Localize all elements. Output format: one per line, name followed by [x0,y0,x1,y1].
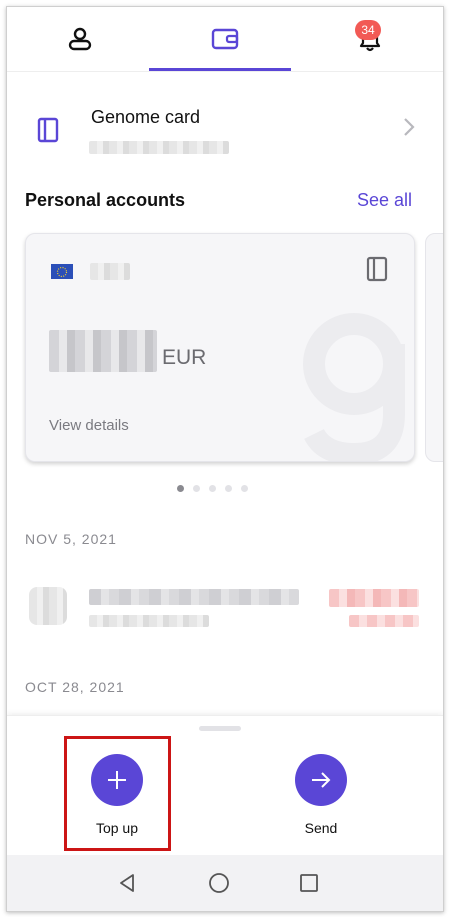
back-button[interactable] [113,869,141,897]
drag-handle[interactable] [199,726,241,731]
balance-currency: EUR [162,346,207,369]
transaction-date-header: OCT 28, 2021 [25,679,125,695]
account-card[interactable]: EUR View details [25,233,415,462]
redacted-merchant-icon [29,587,67,625]
eu-flag-icon [51,264,73,279]
redacted-card-number [89,141,229,154]
genome-logo-watermark [303,313,405,461]
transaction-date-header: NOV 5, 2021 [25,531,117,547]
bottom-action-sheet: Top up Send [7,715,443,856]
highlight-box [64,736,171,851]
send-button[interactable] [295,754,347,806]
genome-card-row[interactable]: Genome card [7,97,443,159]
recents-icon [300,874,318,892]
card-icon [37,117,59,143]
personal-accounts-title: Personal accounts [25,190,186,210]
redacted-transaction-title [89,589,299,605]
system-nav-bar [7,855,443,911]
next-account-card-peek[interactable] [425,233,443,462]
home-icon [209,873,229,893]
home-button[interactable] [205,869,233,897]
wallet-icon [211,28,238,50]
top-tab-bar: 34 [7,7,443,72]
transaction-row[interactable] [7,577,443,641]
carousel-dot [177,485,184,492]
notification-badge: 34 [355,20,381,40]
active-tab-indicator [149,68,291,71]
carousel-dot [225,485,232,492]
recents-button[interactable] [295,869,323,897]
back-icon [120,874,134,892]
genome-card-title: Genome card [91,107,201,127]
tab-wallet[interactable] [152,7,297,71]
carousel-dot [241,485,248,492]
tab-profile[interactable] [7,7,152,71]
carousel-dot [209,485,216,492]
carousel-dot [193,485,200,492]
user-icon [68,27,91,51]
see-all-link[interactable]: See all [357,190,412,211]
carousel-dots [177,485,248,492]
redacted-transaction-meta [349,615,419,627]
redacted-account-name [90,263,130,280]
card-icon[interactable] [366,256,388,282]
redacted-transaction-amount [329,589,419,607]
send-label: Send [304,820,338,836]
view-details-link[interactable]: View details [49,417,129,434]
arrow-right-icon [312,772,331,788]
chevron-right-icon [404,118,415,136]
app-frame: 34 Genome card Personal accounts See all [6,6,444,912]
redacted-transaction-subtitle [89,615,209,627]
redacted-balance [49,330,157,372]
